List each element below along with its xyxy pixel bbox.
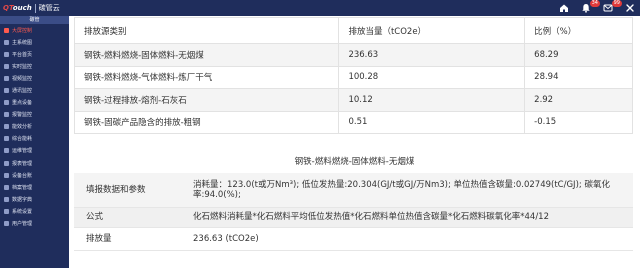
source-cell: 钢铁-固碳产品隐含的排放-粗钢 bbox=[73, 110, 340, 134]
sidebar-item[interactable]: 数据字典 bbox=[0, 193, 69, 205]
menu-icon bbox=[4, 27, 9, 33]
ratio-cell: 28.94 bbox=[524, 65, 633, 89]
sidebar-item-label: 报表管理 bbox=[12, 160, 33, 167]
detail-label: 填报数据和参数 bbox=[74, 173, 193, 208]
sidebar-item[interactable]: 用户管理 bbox=[0, 218, 69, 230]
detail-value: 236.63 (tCO2e) bbox=[193, 227, 633, 251]
sidebar-item[interactable]: 主系统图 bbox=[0, 36, 69, 48]
table-row[interactable]: 钢铁-过程排放-熔剂-石灰石 10.12 2.92 bbox=[73, 88, 633, 112]
detail-label: 排放量 bbox=[74, 227, 193, 251]
source-cell: 钢铁-过程排放-熔剂-石灰石 bbox=[73, 88, 340, 112]
sidebar-item[interactable]: 大屏控制 bbox=[0, 24, 69, 36]
menu-icon bbox=[4, 51, 9, 57]
sidebar-item-label: 实时监控 bbox=[12, 63, 33, 70]
sidebar-item-label: 运维管理 bbox=[12, 148, 33, 155]
table-row[interactable]: 钢铁-燃料燃烧-固体燃料-无烟煤 236.63 68.29 bbox=[73, 43, 633, 67]
sidebar-item[interactable]: 运维管理 bbox=[0, 145, 69, 157]
logo-mark: QTouch bbox=[3, 4, 32, 12]
app-title: 碳管云 bbox=[38, 4, 60, 12]
emission-summary-table: 排放源类别 排放当量（tCO2e） 比例（%） 钢铁-燃料燃烧-固体燃料-无烟煤… bbox=[73, 17, 633, 134]
message-badge: 99 bbox=[611, 0, 622, 7]
message-icon[interactable]: 99 bbox=[602, 0, 622, 14]
sidebar-item-label: 系统设置 bbox=[12, 208, 33, 215]
sidebar-item[interactable]: 报警监控 bbox=[0, 109, 69, 121]
detail-row-formula: 公式 化石燃料消耗量*化石燃料平均低位发热值*化石燃料单位热值含碳量*化石燃料碳… bbox=[74, 207, 633, 228]
source-cell: 钢铁-燃料燃烧-固体燃料-无烟煤 bbox=[73, 43, 340, 67]
main-content: 排放源类别 排放当量（tCO2e） 比例（%） 钢铁-燃料燃烧-固体燃料-无烟煤… bbox=[69, 16, 640, 268]
logo-divider bbox=[34, 3, 36, 13]
sidebar-item[interactable]: 重点设备 bbox=[0, 97, 69, 109]
logo[interactable]: QTouch 碳管云 bbox=[0, 0, 70, 16]
column-header-source[interactable]: 排放源类别 bbox=[73, 17, 340, 44]
menu-icon bbox=[4, 124, 9, 130]
menu-icon bbox=[4, 208, 9, 214]
menu-icon bbox=[4, 100, 9, 106]
menu-icon bbox=[4, 75, 9, 81]
table-row[interactable]: 钢铁-固碳产品隐含的排放-粗钢 0.51 -0.15 bbox=[73, 110, 633, 134]
sidebar-item-label: 综合能耗 bbox=[12, 136, 33, 143]
emission-cell: 100.28 bbox=[338, 65, 526, 89]
menu-icon bbox=[4, 221, 9, 227]
menu-icon bbox=[4, 112, 9, 118]
table-row[interactable]: 钢铁-燃料燃烧-气体燃料-炼厂干气 100.28 28.94 bbox=[73, 65, 633, 89]
sidebar-item-label: 用户管理 bbox=[12, 221, 33, 228]
home-icon[interactable] bbox=[558, 2, 570, 14]
top-icons: 34 99 bbox=[558, 0, 636, 16]
sidebar-item-label: 视频监控 bbox=[12, 75, 33, 82]
detail-row-parameters: 填报数据和参数 消耗量：123.0(t或万Nm³); 低位发热量:20.304(… bbox=[74, 173, 633, 208]
sidebar-menu: 大屏控制主系统图平台首页实时监控视频监控通讯监控重点设备报警监控能效分析综合能耗… bbox=[0, 24, 69, 230]
column-header-ratio[interactable]: 比例（%） bbox=[524, 17, 633, 44]
source-cell: 钢铁-燃料燃烧-气体燃料-炼厂干气 bbox=[73, 65, 340, 89]
sidebar-item-label: 大屏控制 bbox=[12, 27, 33, 34]
sidebar-item[interactable]: 综合能耗 bbox=[0, 133, 69, 145]
menu-icon bbox=[4, 184, 9, 190]
column-header-emission[interactable]: 排放当量（tCO2e） bbox=[338, 17, 526, 44]
sidebar-item-label: 平台首页 bbox=[12, 51, 33, 58]
menu-icon bbox=[4, 136, 9, 142]
detail-table: 填报数据和参数 消耗量：123.0(t或万Nm³); 低位发热量:20.304(… bbox=[74, 173, 633, 251]
detail-title: 钢铁-燃料燃烧-固体燃料-无烟煤 bbox=[294, 157, 415, 167]
bell-badge: 34 bbox=[589, 0, 600, 7]
emission-cell: 236.63 bbox=[338, 43, 526, 67]
sidebar-item[interactable]: 通讯监控 bbox=[0, 84, 69, 96]
emission-cell: 10.12 bbox=[338, 88, 526, 112]
detail-row-emission: 排放量 236.63 (tCO2e) bbox=[74, 227, 633, 251]
sidebar-item-label: 档案管理 bbox=[12, 184, 33, 191]
ratio-cell: 68.29 bbox=[524, 43, 633, 67]
sidebar-item-label: 数据字典 bbox=[12, 196, 33, 203]
detail-value: 消耗量：123.0(t或万Nm³); 低位发热量:20.304(GJ/t或GJ/… bbox=[193, 173, 633, 208]
sidebar-item[interactable]: 报表管理 bbox=[0, 157, 69, 169]
close-icon[interactable] bbox=[624, 2, 636, 14]
sidebar-item-label: 重点设备 bbox=[12, 100, 33, 107]
sidebar-item[interactable]: 能效分析 bbox=[0, 121, 69, 133]
detail-label: 公式 bbox=[74, 207, 193, 228]
sidebar-item[interactable]: 档案管理 bbox=[0, 181, 69, 193]
sidebar-item[interactable]: 设备台账 bbox=[0, 169, 69, 181]
detail-value: 化石燃料消耗量*化石燃料平均低位发热值*化石燃料单位热值含碳量*化石燃料碳氧化率… bbox=[193, 207, 633, 228]
sidebar: 碳管 大屏控制主系统图平台首页实时监控视频监控通讯监控重点设备报警监控能效分析综… bbox=[0, 16, 69, 268]
menu-icon bbox=[4, 160, 9, 166]
sidebar-item[interactable]: 视频监控 bbox=[0, 72, 69, 84]
top-bar: QTouch 碳管云 34 99 bbox=[0, 0, 640, 16]
sidebar-item[interactable]: 平台首页 bbox=[0, 48, 69, 60]
emission-cell: 0.51 bbox=[338, 110, 526, 134]
sidebar-item-label: 通讯监控 bbox=[12, 88, 33, 95]
menu-icon bbox=[4, 172, 9, 178]
menu-icon bbox=[4, 148, 9, 154]
sidebar-item-label: 报警监控 bbox=[12, 112, 33, 119]
menu-icon bbox=[4, 196, 9, 202]
sidebar-item[interactable]: 系统设置 bbox=[0, 205, 69, 217]
menu-icon bbox=[4, 63, 9, 69]
menu-icon bbox=[4, 39, 9, 45]
ratio-cell: 2.92 bbox=[524, 88, 633, 112]
sidebar-item-label: 设备台账 bbox=[12, 172, 33, 179]
sidebar-item-label: 能效分析 bbox=[12, 124, 33, 131]
bell-icon[interactable]: 34 bbox=[580, 0, 600, 14]
ratio-cell: -0.15 bbox=[524, 110, 633, 134]
sidebar-item[interactable]: 实时监控 bbox=[0, 60, 69, 72]
sidebar-header: 碳管 bbox=[0, 16, 69, 24]
menu-icon bbox=[4, 88, 9, 94]
sidebar-item-label: 主系统图 bbox=[12, 39, 33, 46]
summary-header-row: 排放源类别 排放当量（tCO2e） 比例（%） bbox=[73, 17, 633, 44]
